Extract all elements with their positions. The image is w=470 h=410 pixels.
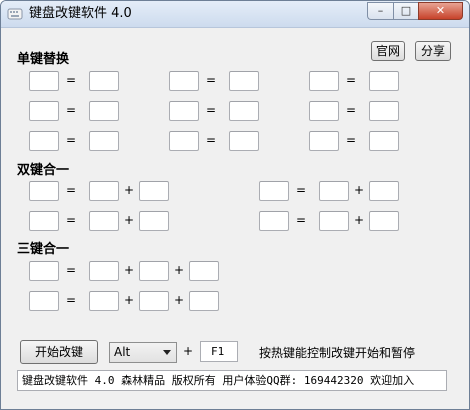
section-triple-key: 三键合一 — [17, 242, 70, 257]
single-target-key-1[interactable] — [89, 71, 119, 91]
single-target-key-4[interactable] — [89, 101, 119, 121]
triple-source-key-1[interactable] — [29, 261, 59, 281]
hotkey-input[interactable]: F1 — [200, 341, 238, 362]
plus-sign: + — [123, 213, 135, 227]
section-double-key: 双键合一 — [17, 163, 70, 178]
triple-target-key-2c[interactable] — [189, 291, 219, 311]
single-target-key-5[interactable] — [229, 101, 259, 121]
triple-target-key-1b[interactable] — [139, 261, 169, 281]
single-source-key-5[interactable] — [169, 101, 199, 121]
chevron-down-icon — [163, 350, 171, 355]
plus-sign: + — [173, 293, 185, 307]
triple-target-key-1a[interactable] — [89, 261, 119, 281]
equals-sign: = — [295, 183, 307, 197]
single-target-key-3[interactable] — [369, 71, 399, 91]
single-target-key-6[interactable] — [369, 101, 399, 121]
equals-sign: = — [295, 213, 307, 227]
plus-sign: + — [123, 183, 135, 197]
share-button[interactable]: 分享 — [415, 41, 451, 61]
start-remap-button[interactable]: 开始改键 — [20, 340, 98, 364]
double-target-key-4b[interactable] — [369, 211, 399, 231]
status-bar: 键盘改键软件 4.0 森林精品 版权所有 用户体验QQ群: 169442320 … — [17, 370, 447, 391]
double-source-key-2[interactable] — [259, 181, 289, 201]
official-site-button[interactable]: 官网 — [371, 41, 405, 61]
equals-sign: = — [345, 103, 357, 117]
plus-sign: + — [182, 344, 194, 358]
plus-sign: + — [123, 293, 135, 307]
double-target-key-3a[interactable] — [89, 211, 119, 231]
close-icon: ✕ — [435, 4, 446, 17]
double-source-key-4[interactable] — [259, 211, 289, 231]
double-source-key-1[interactable] — [29, 181, 59, 201]
triple-target-key-1c[interactable] — [189, 261, 219, 281]
single-source-key-8[interactable] — [169, 131, 199, 151]
triple-target-key-2a[interactable] — [89, 291, 119, 311]
equals-sign: = — [65, 183, 77, 197]
single-target-key-8[interactable] — [229, 131, 259, 151]
triple-target-key-2b[interactable] — [139, 291, 169, 311]
plus-sign: + — [173, 263, 185, 277]
single-source-key-2[interactable] — [169, 71, 199, 91]
equals-sign: = — [65, 213, 77, 227]
minimize-icon: – — [377, 4, 384, 17]
plus-sign: + — [353, 183, 365, 197]
double-target-key-4a[interactable] — [319, 211, 349, 231]
plus-sign: + — [353, 213, 365, 227]
equals-sign: = — [345, 133, 357, 147]
window-title: 键盘改键软件 4.0 — [29, 6, 132, 21]
modifier-select[interactable]: Alt — [109, 342, 177, 363]
equals-sign: = — [345, 73, 357, 87]
maximize-icon: □ — [400, 4, 412, 17]
single-source-key-7[interactable] — [29, 131, 59, 151]
modifier-select-value: Alt — [114, 345, 131, 359]
section-single-key: 单键替换 — [17, 52, 70, 67]
single-source-key-1[interactable] — [29, 71, 59, 91]
equals-sign: = — [65, 263, 77, 277]
hotkey-hint: 按热键能控制改键开始和暂停 — [259, 346, 416, 360]
equals-sign: = — [205, 133, 217, 147]
single-target-key-2[interactable] — [229, 71, 259, 91]
double-source-key-3[interactable] — [29, 211, 59, 231]
triple-source-key-2[interactable] — [29, 291, 59, 311]
maximize-button[interactable]: □ — [393, 2, 418, 20]
single-source-key-9[interactable] — [309, 131, 339, 151]
single-source-key-3[interactable] — [309, 71, 339, 91]
equals-sign: = — [65, 133, 77, 147]
equals-sign: = — [65, 293, 77, 307]
app-window: 键盘改键软件 4.0 – □ ✕ 官网 分享 单键替换 = = = = = = … — [0, 0, 470, 410]
close-button[interactable]: ✕ — [418, 2, 463, 20]
single-target-key-9[interactable] — [369, 131, 399, 151]
title-bar: 键盘改键软件 4.0 – □ ✕ — [1, 1, 469, 28]
equals-sign: = — [65, 73, 77, 87]
double-target-key-3b[interactable] — [139, 211, 169, 231]
double-target-key-2b[interactable] — [369, 181, 399, 201]
double-target-key-2a[interactable] — [319, 181, 349, 201]
equals-sign: = — [65, 103, 77, 117]
double-target-key-1a[interactable] — [89, 181, 119, 201]
equals-sign: = — [205, 103, 217, 117]
single-source-key-6[interactable] — [309, 101, 339, 121]
equals-sign: = — [205, 73, 217, 87]
app-keyboard-icon — [7, 8, 23, 20]
double-target-key-1b[interactable] — [139, 181, 169, 201]
minimize-button[interactable]: – — [367, 2, 393, 20]
single-source-key-4[interactable] — [29, 101, 59, 121]
single-target-key-7[interactable] — [89, 131, 119, 151]
plus-sign: + — [123, 263, 135, 277]
